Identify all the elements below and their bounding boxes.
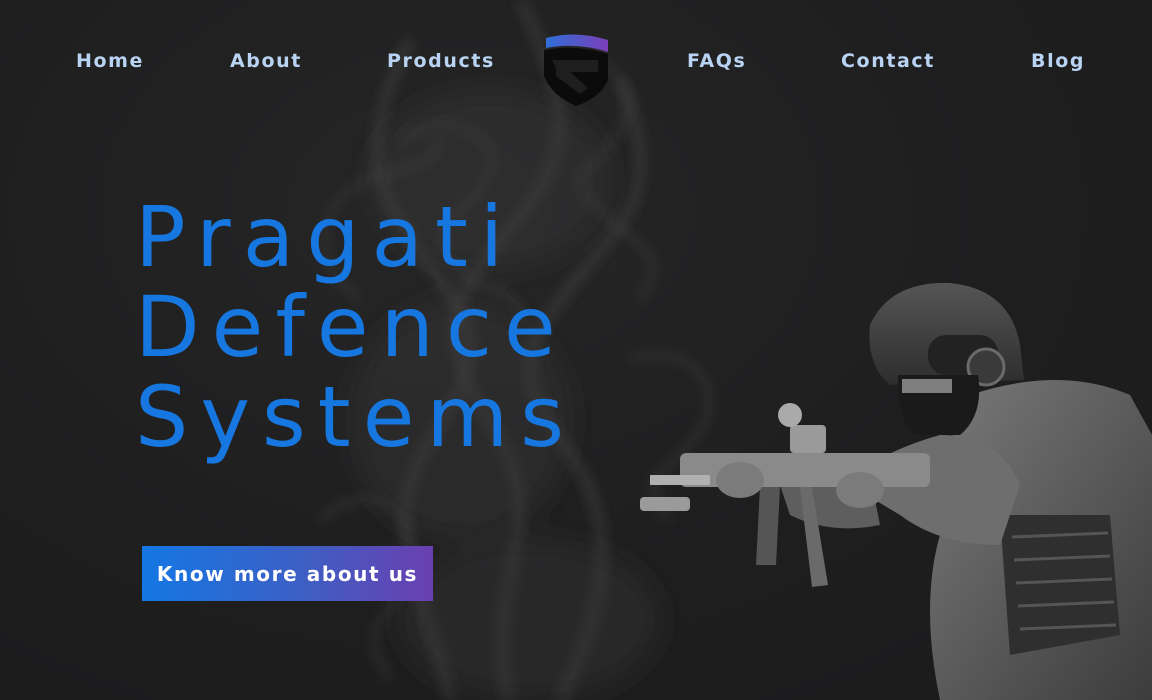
nav-home[interactable]: Home [76,50,144,72]
soldier-with-rifle-image [640,282,1152,700]
hero-title-line-2: Defence [135,278,568,376]
nav-products[interactable]: Products [387,50,495,72]
nav-faqs[interactable]: FAQs [687,50,746,72]
nav-contact[interactable]: Contact [841,50,935,72]
nav-blog[interactable]: Blog [1031,50,1085,72]
landing-page: Home About Products FAQs Contact Blog Pr… [0,0,1152,700]
know-more-button[interactable]: Know more about us [142,546,433,601]
shield-s-logo-icon[interactable] [540,32,612,108]
hero-title-line-1: Pragati [135,188,516,286]
hero-title-line-3: Systems [135,368,576,466]
hero-title: Pragati Defence Systems [135,192,576,462]
nav-about[interactable]: About [230,50,302,72]
